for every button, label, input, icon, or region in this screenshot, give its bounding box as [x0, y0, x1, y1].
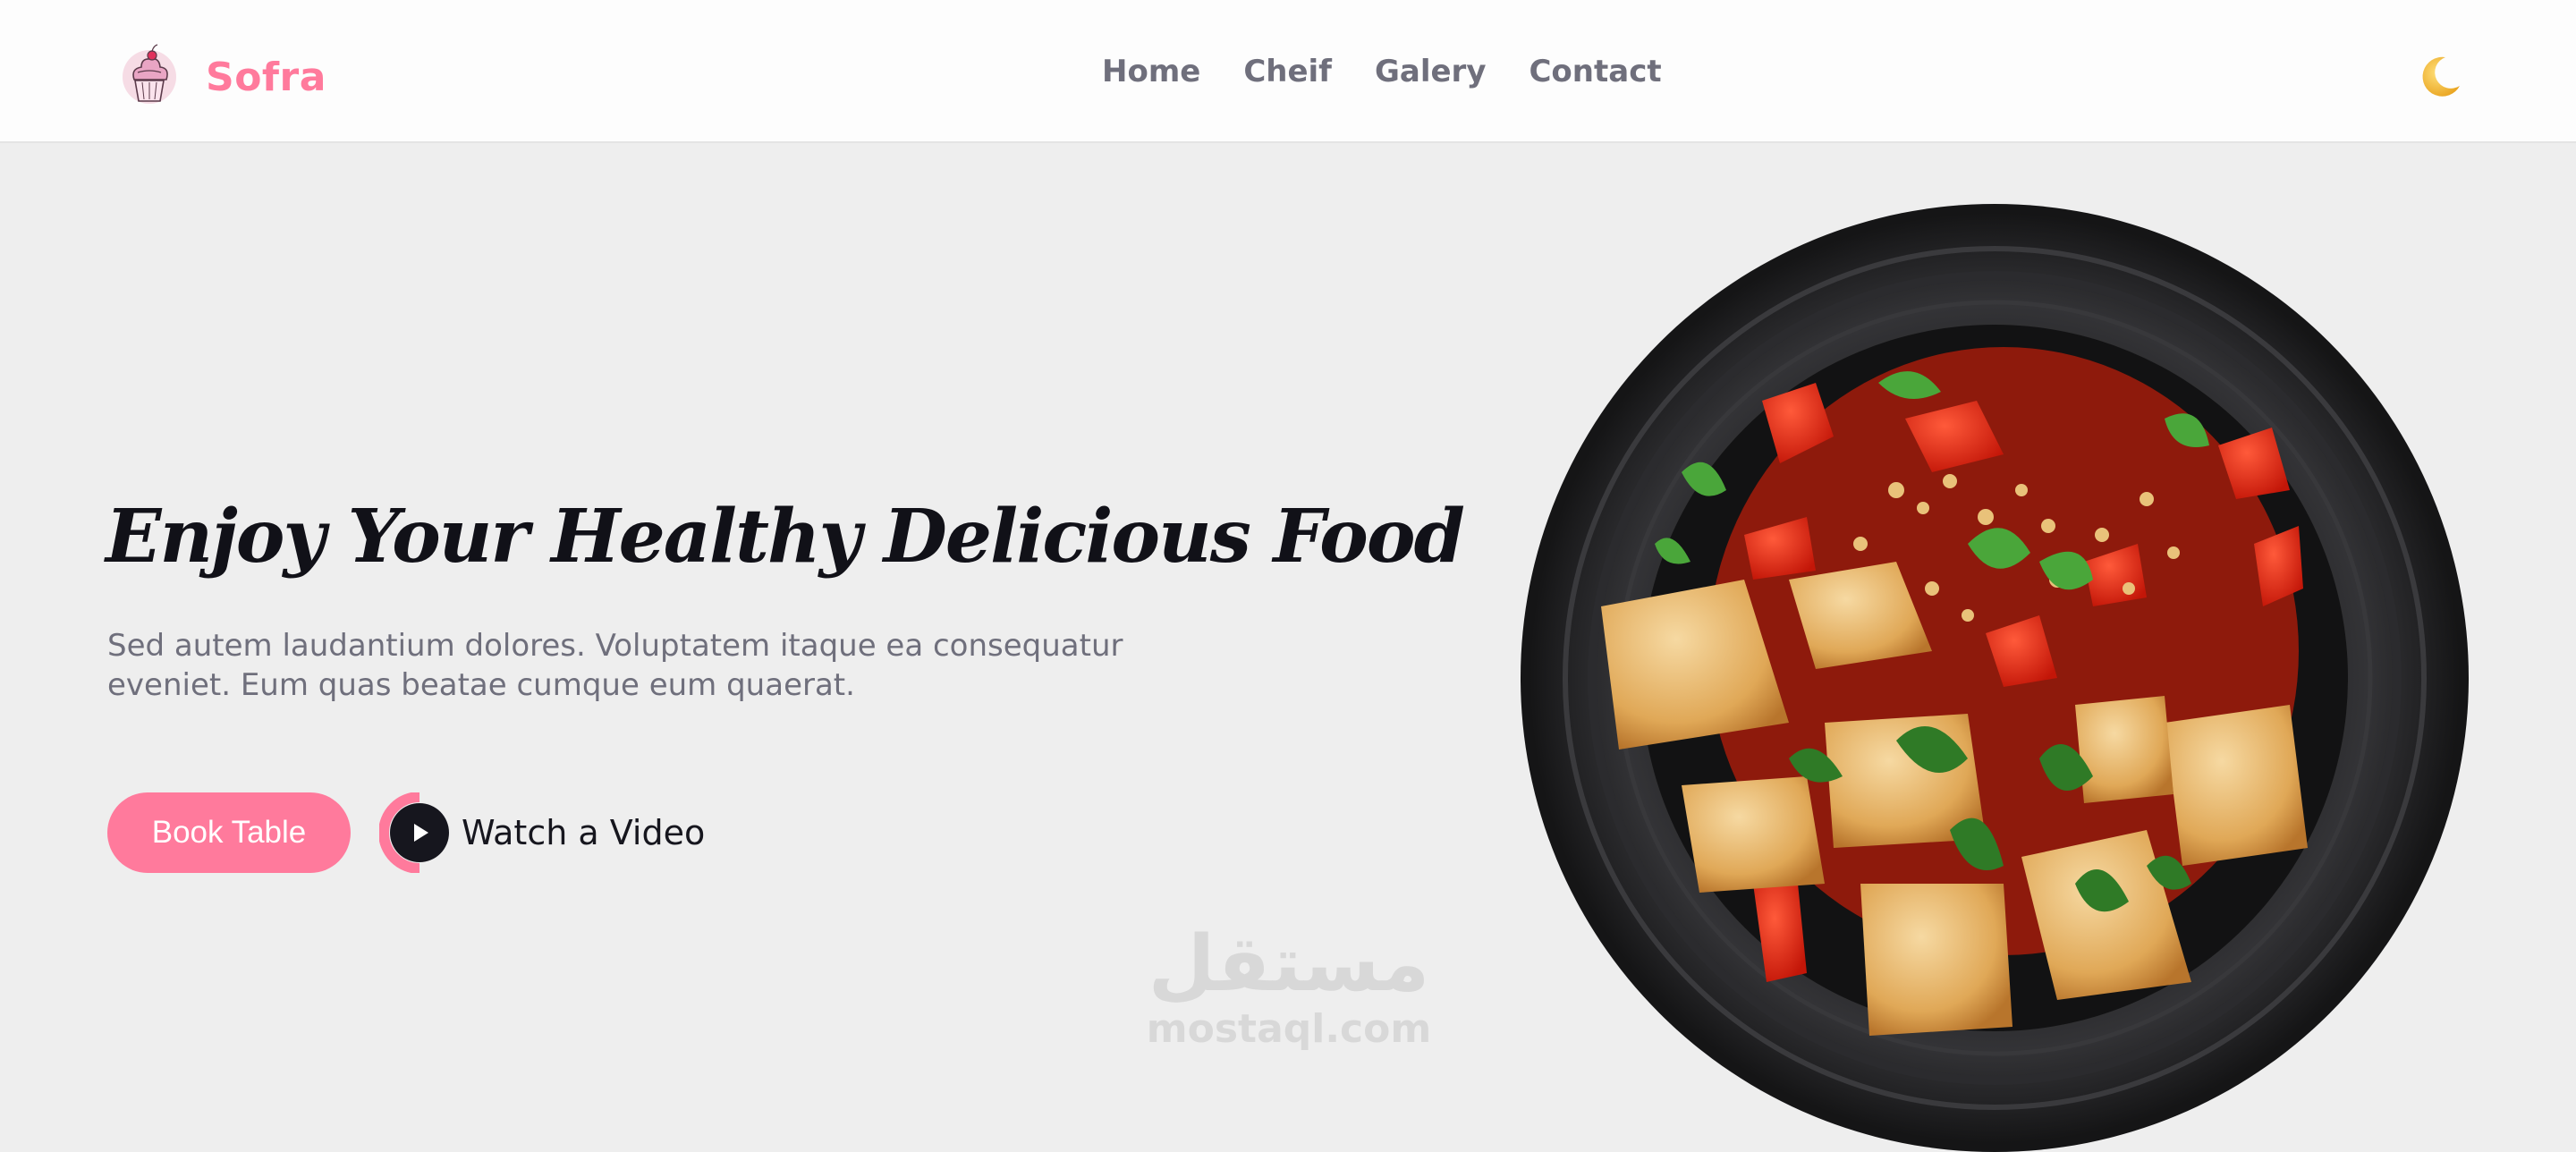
watermark-latin: mostaql.com [1146, 1006, 1432, 1052]
play-icon-circle[interactable] [390, 803, 449, 862]
watch-video-button[interactable]: Watch a Video [379, 792, 705, 873]
hero-description: Sed autem laudantium dolores. Voluptatem… [107, 628, 1123, 703]
nav-home-link[interactable]: Home [1102, 50, 1200, 93]
play-icon [414, 824, 428, 842]
nav-contact-link[interactable]: Contact [1529, 50, 1661, 93]
theme-toggle-button[interactable] [2415, 52, 2465, 102]
brand-name: Sofra [206, 54, 326, 100]
main-nav: Home Cheif Galery Contact [1102, 50, 1705, 93]
nav-gallery-link[interactable]: Galery [1375, 50, 1487, 93]
cupcake-icon [123, 44, 176, 104]
watermark-arabic: مستقل [1148, 919, 1430, 1009]
watermark: مستقل mostaql.com [1141, 921, 1436, 1052]
hero-title: Enjoy Your Healthy Delicious Food [106, 494, 1465, 580]
food-plate-image [1521, 204, 2469, 1152]
book-table-button[interactable]: Book Table [107, 792, 351, 873]
moon-icon [2422, 56, 2460, 97]
nav-chef-link[interactable]: Cheif [1243, 50, 1332, 93]
brand[interactable]: Sofra [116, 41, 326, 113]
play-button-wrapper[interactable] [379, 792, 449, 873]
site-header: Sofra Home Cheif Galery Contact [0, 0, 2576, 143]
watch-video-label: Watch a Video [462, 813, 706, 852]
